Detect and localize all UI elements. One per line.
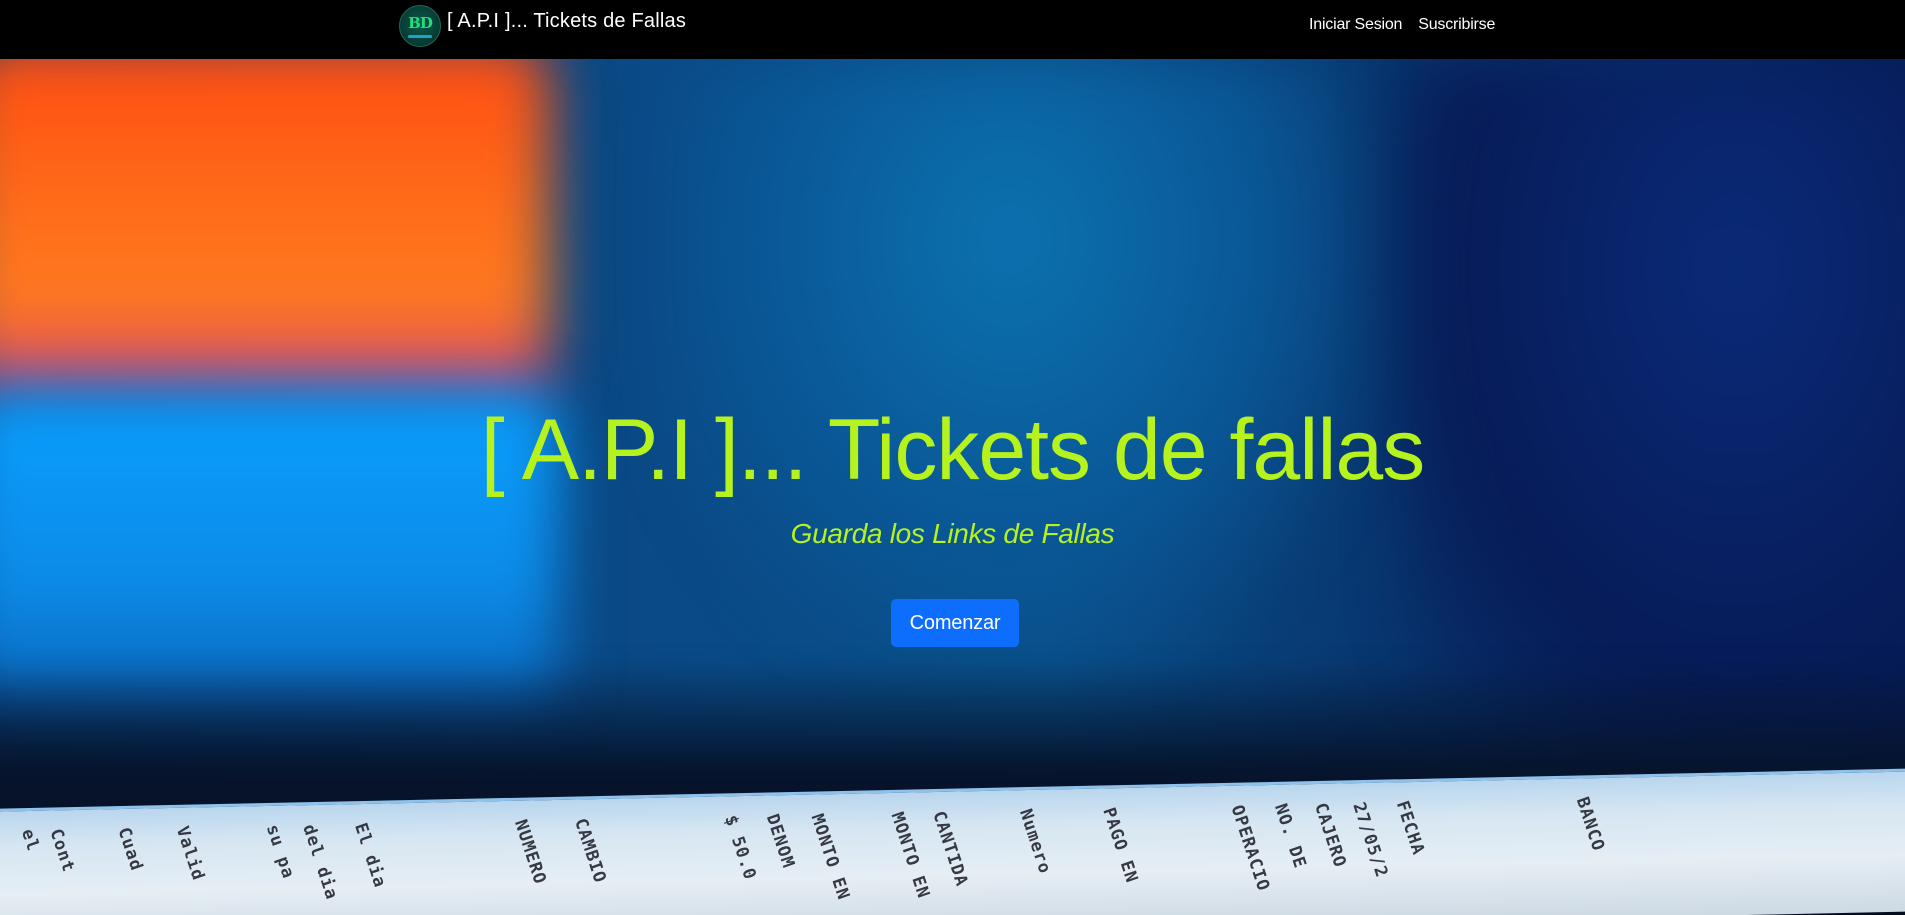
hero-subtitle: Guarda los Links de Fallas [790,518,1115,549]
logo-icon: BD [399,5,441,47]
comenzar-button[interactable]: Comenzar [891,599,1019,647]
nav-links: Iniciar Sesion Suscribirse [1309,16,1495,34]
brand-link[interactable]: BD [ A.P.I ]... Tickets de Fallas [399,5,686,47]
hero-title: [ A.P.I ]... Tickets de fallas [480,402,1426,498]
nav-link-suscribirse[interactable]: Suscribirse [1418,16,1495,34]
nav-link-iniciar-sesion[interactable]: Iniciar Sesion [1309,16,1402,34]
background-blur [660,59,1360,659]
brand-title: [ A.P.I ]... Tickets de Fallas [447,9,687,32]
top-navbar: BD [ A.P.I ]... Tickets de Fallas Inicia… [0,0,1905,59]
